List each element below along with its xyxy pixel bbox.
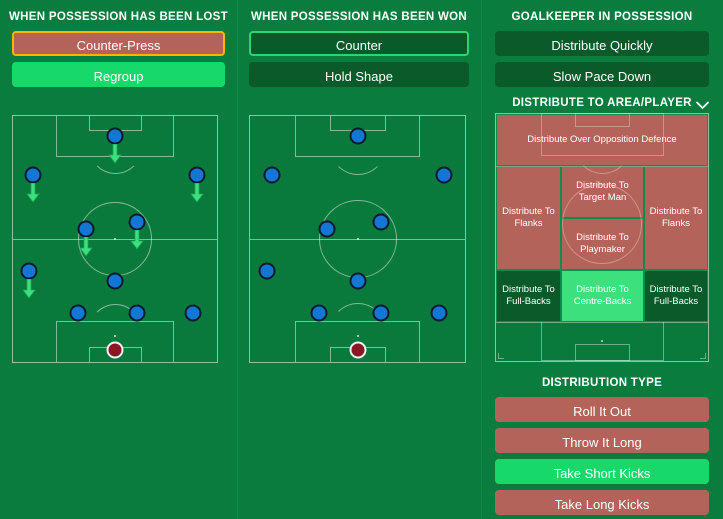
distribute-cell[interactable]: Distribute To Flanks bbox=[496, 166, 561, 270]
player-marker[interactable] bbox=[435, 166, 452, 184]
distribute-cell-label: Distribute To Target Man bbox=[576, 180, 629, 203]
distribute-area-title: DISTRIBUTE TO AREA/PLAYER bbox=[512, 97, 692, 109]
option-counter[interactable]: Counter bbox=[249, 31, 469, 56]
movement-arrow-down-icon bbox=[79, 236, 94, 257]
tactics-screen: WHEN POSSESSION HAS BEEN LOST Counter-Pr… bbox=[0, 0, 723, 519]
movement-arrow-down-icon bbox=[189, 182, 204, 203]
distribute-area-header[interactable]: DISTRIBUTE TO AREA/PLAYER bbox=[481, 93, 723, 113]
distribution-type-title: DISTRIBUTION TYPE bbox=[541, 377, 663, 389]
player-marker[interactable] bbox=[106, 272, 124, 290]
possession-won-pitch[interactable] bbox=[249, 115, 466, 363]
distribute-cell-label: Distribute To Playmaker bbox=[576, 232, 629, 255]
player-marker[interactable] bbox=[77, 220, 95, 238]
player-marker[interactable] bbox=[128, 304, 146, 322]
possession-won-title: WHEN POSSESSION HAS BEEN WON bbox=[250, 11, 468, 23]
player-marker[interactable] bbox=[20, 262, 38, 280]
player-marker[interactable] bbox=[258, 262, 276, 280]
distribute-cell[interactable]: Distribute Over Opposition Defence bbox=[496, 114, 708, 166]
option-throw-it-long[interactable]: Throw It Long bbox=[495, 428, 709, 453]
penalty-arc-top bbox=[329, 141, 386, 175]
penalty-spot-bottom bbox=[356, 335, 359, 337]
player-marker[interactable] bbox=[263, 166, 280, 184]
pitch-corner-br bbox=[700, 353, 706, 359]
goalkeeper-title: GOALKEEPER IN POSSESSION bbox=[511, 11, 693, 23]
distribute-cell-label: Distribute To Flanks bbox=[649, 206, 703, 229]
option-take-long-kicks[interactable]: Take Long Kicks bbox=[495, 490, 709, 515]
player-marker[interactable] bbox=[318, 220, 336, 238]
centre-spot bbox=[114, 238, 116, 240]
player-marker[interactable] bbox=[430, 304, 448, 322]
option-take-short-kicks[interactable]: Take Short Kicks bbox=[495, 459, 709, 484]
option-regroup[interactable]: Regroup bbox=[12, 62, 225, 87]
possession-won-column: WHEN POSSESSION HAS BEEN WON Counter Hol… bbox=[237, 0, 481, 363]
player-marker[interactable] bbox=[349, 272, 366, 290]
distribute-cell[interactable]: Distribute To Centre-Backs bbox=[561, 270, 644, 322]
centre-spot bbox=[356, 238, 359, 240]
player-marker-goalkeeper[interactable] bbox=[106, 341, 124, 359]
player-marker[interactable] bbox=[310, 304, 328, 322]
distribute-cell-label: Distribute To Full-Backs bbox=[649, 284, 703, 307]
player-marker[interactable] bbox=[184, 304, 202, 322]
player-marker[interactable] bbox=[24, 166, 42, 184]
player-marker[interactable] bbox=[106, 127, 124, 145]
option-slow-pace-down[interactable]: Slow Pace Down bbox=[495, 62, 709, 87]
movement-arrow-down-icon bbox=[108, 143, 122, 164]
corner-br bbox=[460, 357, 465, 362]
pitch-penalty-spot bbox=[601, 340, 603, 342]
player-marker[interactable] bbox=[372, 213, 390, 231]
goalkeeper-column: GOALKEEPER IN POSSESSION Distribute Quic… bbox=[481, 0, 723, 519]
player-marker[interactable] bbox=[372, 304, 390, 322]
distribute-cell[interactable]: Distribute To Playmaker bbox=[561, 218, 644, 270]
corner-bl bbox=[13, 357, 18, 362]
pitch-line-lower bbox=[496, 322, 708, 323]
option-distribute-quickly[interactable]: Distribute Quickly bbox=[495, 31, 709, 56]
possession-lost-title: WHEN POSSESSION HAS BEEN LOST bbox=[9, 11, 228, 23]
penalty-spot-bottom bbox=[114, 335, 116, 337]
player-marker[interactable] bbox=[188, 166, 206, 184]
corner-tl bbox=[13, 116, 18, 121]
player-marker[interactable] bbox=[128, 213, 146, 231]
corner-tl bbox=[250, 116, 255, 121]
option-hold-shape[interactable]: Hold Shape bbox=[249, 62, 469, 87]
distribute-cell-label: Distribute To Flanks bbox=[502, 206, 555, 229]
pitch-goal-area-bottom bbox=[574, 344, 630, 361]
distribute-cell[interactable]: Distribute To Full-Backs bbox=[644, 270, 708, 322]
corner-br bbox=[212, 357, 217, 362]
corner-bl bbox=[250, 357, 255, 362]
movement-arrow-down-icon bbox=[130, 229, 145, 250]
player-marker[interactable] bbox=[349, 127, 366, 145]
possession-lost-pitch[interactable] bbox=[12, 115, 218, 363]
corner-tr bbox=[212, 116, 217, 121]
player-marker-goalkeeper[interactable] bbox=[349, 341, 366, 359]
movement-arrow-down-icon bbox=[26, 182, 41, 203]
distribute-cell[interactable]: Distribute To Target Man bbox=[561, 166, 644, 218]
corner-tr bbox=[460, 116, 465, 121]
distribute-cell-label: Distribute To Full-Backs bbox=[502, 284, 555, 307]
option-roll-it-out[interactable]: Roll It Out bbox=[495, 397, 709, 422]
distribute-cell-label: Distribute To Centre-Backs bbox=[573, 284, 632, 307]
option-counter-press[interactable]: Counter-Press bbox=[12, 31, 225, 56]
pitch-corner-bl bbox=[498, 353, 504, 359]
distribute-cell[interactable]: Distribute To Flanks bbox=[644, 166, 708, 270]
pitch-penalty-area-bottom bbox=[540, 319, 664, 361]
distribute-cell-label: Distribute Over Opposition Defence bbox=[527, 134, 677, 145]
distribute-area-grid[interactable]: Distribute Over Opposition Defence Distri… bbox=[495, 113, 709, 362]
player-marker[interactable] bbox=[69, 304, 87, 322]
movement-arrow-down-icon bbox=[22, 278, 37, 299]
distribute-cell[interactable]: Distribute To Full-Backs bbox=[496, 270, 561, 322]
possession-lost-column: WHEN POSSESSION HAS BEEN LOST Counter-Pr… bbox=[0, 0, 237, 363]
